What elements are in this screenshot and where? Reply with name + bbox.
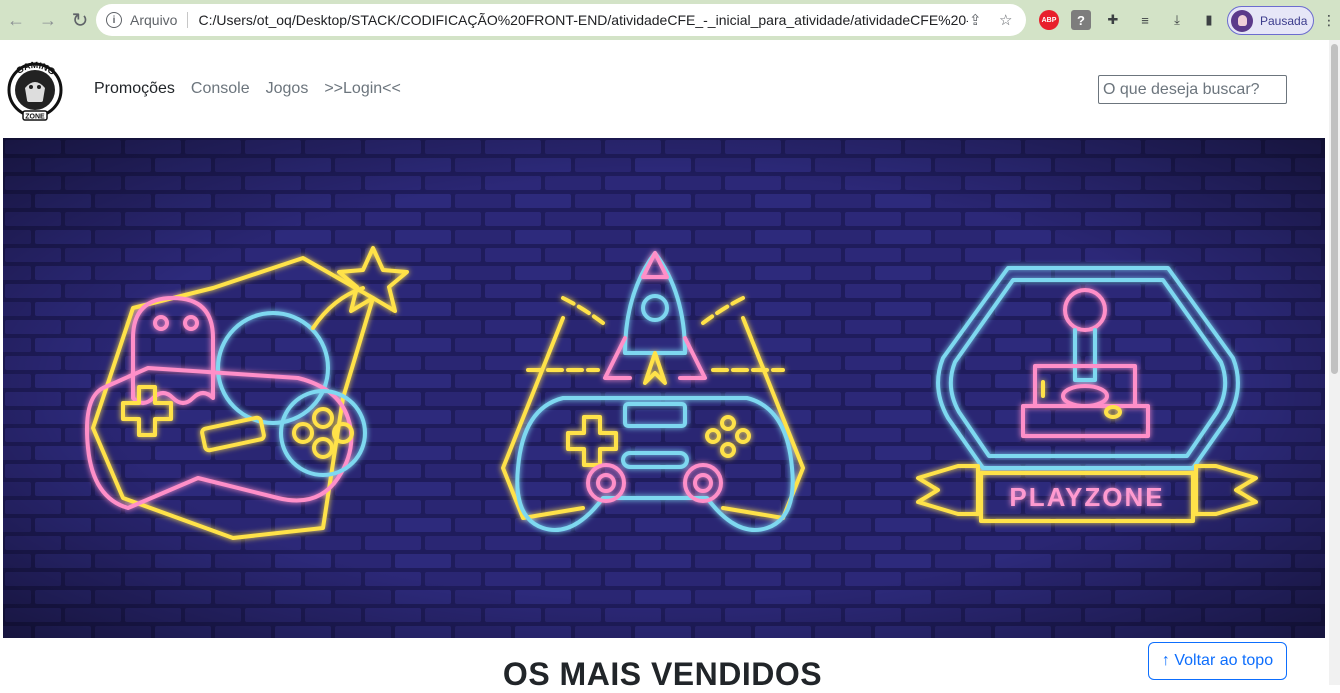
playzone-sign-text: PLAYZONE	[1009, 482, 1164, 512]
search-input[interactable]	[1098, 75, 1287, 104]
scheme-label: Arquivo	[130, 12, 178, 28]
profile-button[interactable]: Pausada	[1227, 6, 1314, 35]
address-bar[interactable]: i Arquivo C:/Users/ot_oq/Desktop/STACK/C…	[96, 4, 1026, 36]
share-icon[interactable]: ⇪	[969, 11, 982, 29]
nav-link-console[interactable]: Console	[191, 80, 250, 98]
star-icon[interactable]: ☆	[999, 11, 1012, 29]
back-icon[interactable]: ←	[0, 0, 32, 40]
divider	[187, 12, 189, 28]
url-text[interactable]: C:/Users/ot_oq/Desktop/STACK/CODIFICAÇÃO…	[198, 12, 968, 28]
page-scrollbar[interactable]	[1329, 40, 1340, 685]
puzzle-icon[interactable]: ✚	[1103, 10, 1123, 30]
site-navbar: GAMING ZONE Promoções Console Jogos >>Lo…	[0, 40, 1329, 138]
profile-label: Pausada	[1260, 13, 1308, 28]
nav-link-login[interactable]: >>Login<<	[324, 80, 401, 98]
help-icon[interactable]: ?	[1071, 10, 1091, 30]
back-to-top-button[interactable]: ↑ Voltar ao topo	[1148, 642, 1287, 680]
hero-banner: PLAYZONE	[3, 138, 1325, 638]
reload-icon[interactable]: ↻	[64, 0, 96, 40]
browser-toolbar: ← → ↻ i Arquivo C:/Users/ot_oq/Desktop/S…	[0, 0, 1340, 40]
nav-link-jogos[interactable]: Jogos	[266, 80, 309, 98]
kebab-menu-icon[interactable]: ⋮	[1322, 12, 1336, 29]
forward-icon[interactable]: →	[32, 0, 64, 40]
logo-bottom-text: ZONE	[25, 114, 45, 121]
sidepanel-icon[interactable]: ▮	[1199, 10, 1219, 30]
avatar	[1231, 9, 1253, 32]
media-icon[interactable]: ≡	[1135, 10, 1155, 30]
gaming-zone-logo[interactable]: GAMING ZONE	[5, 58, 65, 122]
abp-icon[interactable]: ABP	[1039, 10, 1059, 30]
nav-link-promocoes[interactable]: Promoções	[94, 80, 175, 98]
download-icon[interactable]: ⤓	[1167, 10, 1187, 30]
nav-links: Promoções Console Jogos >>Login<<	[94, 80, 401, 98]
page: GAMING ZONE Promoções Console Jogos >>Lo…	[0, 40, 1329, 692]
scrollbar-thumb[interactable]	[1331, 44, 1338, 374]
info-icon[interactable]: i	[106, 12, 122, 28]
section-title: OS MAIS VENDIDOS	[502, 656, 823, 692]
